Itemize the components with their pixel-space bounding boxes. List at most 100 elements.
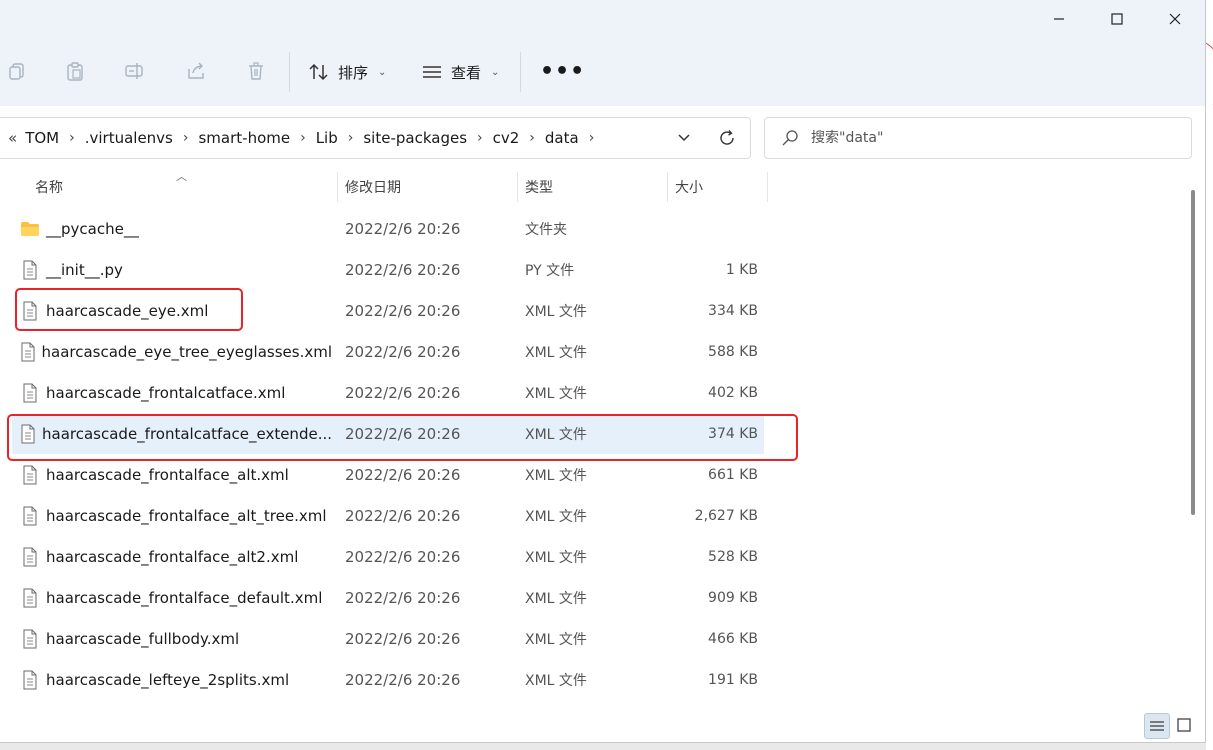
file-type: XML 文件 [525, 632, 587, 648]
annotation-highlight [15, 288, 243, 331]
view-button[interactable]: 查看 ⌄ [421, 57, 499, 87]
file-icon [16, 670, 44, 690]
file-name-cell[interactable]: haarcascade_lefteye_2splits.xml [12, 660, 332, 700]
file-row[interactable]: haarcascade_fullbody.xml 2022/2/6 20:26 XM… [12, 619, 764, 659]
file-size: 2,627 KB [694, 508, 758, 524]
file-name-cell[interactable]: haarcascade_frontalcatface.xml [12, 373, 332, 413]
file-modified: 2022/2/6 20:26 [345, 220, 461, 238]
file-name-cell[interactable]: haarcascade_frontalface_alt.xml [12, 455, 332, 495]
vertical-scrollbar[interactable] [1186, 172, 1200, 712]
chevron-right-icon[interactable]: › [348, 130, 354, 146]
tiles-view-icon [1177, 718, 1191, 732]
details-view-button[interactable] [1144, 713, 1170, 739]
file-row[interactable]: haarcascade_frontalface_alt.xml 2022/2/6 … [12, 455, 764, 495]
file-row[interactable]: haarcascade_frontalface_alt2.xml 2022/2/6… [12, 537, 764, 577]
column-divider[interactable] [767, 172, 768, 202]
refresh-button[interactable] [718, 118, 736, 158]
column-divider[interactable] [517, 172, 518, 202]
column-header-size[interactable]: 大小 [675, 170, 703, 204]
file-type: PY 文件 [525, 263, 575, 279]
sort-ascending-icon: ︿ [176, 170, 187, 183]
delete-button[interactable] [243, 58, 269, 84]
minimize-button[interactable] [1030, 0, 1088, 38]
maximize-button[interactable] [1088, 0, 1146, 38]
copy-button[interactable] [4, 58, 30, 84]
file-name-cell[interactable]: __init__.py [12, 250, 332, 290]
file-row[interactable]: haarcascade_lefteye_2splits.xml 2022/2/6 … [12, 660, 764, 700]
chevron-down-icon: ⌄ [378, 66, 387, 78]
breadcrumb-item-site-packages[interactable]: site-packages [363, 129, 467, 147]
file-row[interactable]: haarcascade_frontalcatface.xml 2022/2/6 2… [12, 373, 764, 413]
file-modified: 2022/2/6 20:26 [345, 548, 461, 566]
file-size: 334 KB [708, 303, 758, 319]
column-header-type[interactable]: 类型 [525, 170, 553, 204]
breadcrumb-overflow[interactable]: « [8, 129, 17, 147]
search-box[interactable] [764, 117, 1192, 159]
file-name: haarcascade_frontalface_default.xml [46, 589, 323, 607]
file-row[interactable]: haarcascade_frontalface_alt_tree.xml 2022… [12, 496, 764, 536]
more-options-button[interactable]: ••• [540, 61, 585, 83]
breadcrumb-item-smart-home[interactable]: smart-home [198, 129, 290, 147]
file-name: haarcascade_frontalface_alt_tree.xml [46, 507, 327, 525]
scrollbar-thumb[interactable] [1191, 190, 1195, 515]
file-name: haarcascade_eye_tree_eyeglasses.xml [41, 343, 333, 361]
background-window [1206, 0, 1213, 750]
column-divider[interactable] [337, 172, 338, 202]
chevron-right-icon[interactable]: › [183, 130, 189, 146]
address-history-button[interactable] [676, 118, 692, 158]
breadcrumb-item-lib[interactable]: Lib [316, 129, 338, 147]
file-size: 1 KB [725, 262, 758, 278]
share-button[interactable] [183, 58, 209, 84]
file-type: XML 文件 [525, 673, 587, 689]
chevron-right-icon[interactable]: › [300, 130, 306, 146]
breadcrumb-item-cv2[interactable]: cv2 [493, 129, 520, 147]
file-row[interactable]: __pycache__ 2022/2/6 20:26 文件夹 [12, 209, 764, 249]
chevron-right-icon[interactable]: › [69, 130, 75, 146]
paste-icon [67, 62, 83, 81]
close-button[interactable] [1146, 0, 1204, 38]
breadcrumb-item-virtualenvs[interactable]: .virtualenvs [85, 129, 173, 147]
file-row[interactable]: haarcascade_eye_tree_eyeglasses.xml 2022/… [12, 332, 764, 372]
rename-button[interactable] [122, 58, 148, 84]
search-icon [782, 130, 798, 146]
file-modified: 2022/2/6 20:26 [345, 384, 461, 402]
column-divider[interactable] [667, 172, 668, 202]
file-name-cell[interactable]: haarcascade_frontalface_default.xml [12, 578, 332, 618]
sort-button[interactable]: 排序 ⌄ [308, 57, 386, 87]
chevron-right-icon[interactable]: › [477, 130, 483, 146]
file-size: 661 KB [708, 467, 758, 483]
file-name-cell[interactable]: haarcascade_frontalface_alt2.xml [12, 537, 332, 577]
file-type: XML 文件 [525, 509, 587, 525]
file-name-cell[interactable]: haarcascade_eye_tree_eyeglasses.xml [12, 332, 332, 372]
file-name-cell[interactable]: haarcascade_fullbody.xml [12, 619, 332, 659]
file-row[interactable]: __init__.py 2022/2/6 20:26 PY 文件 1 KB [12, 250, 764, 290]
file-type: XML 文件 [525, 304, 587, 320]
file-name-cell[interactable]: __pycache__ [12, 209, 332, 249]
file-icon [16, 465, 44, 485]
file-icon [16, 547, 44, 567]
file-name: __init__.py [46, 261, 123, 279]
close-icon [1169, 13, 1181, 25]
large-icons-view-button[interactable] [1172, 713, 1196, 737]
breadcrumb: « TOM › .virtualenvs › smart-home › Lib … [8, 118, 604, 158]
file-name: haarcascade_frontalcatface.xml [46, 384, 286, 402]
file-row[interactable]: haarcascade_frontalface_default.xml 2022/… [12, 578, 764, 618]
file-name: haarcascade_frontalface_alt2.xml [46, 548, 299, 566]
column-header-name[interactable]: 名称 [35, 170, 63, 204]
file-size: 588 KB [708, 344, 758, 360]
chevron-right-icon[interactable]: › [589, 130, 595, 146]
breadcrumb-item-tom[interactable]: TOM [25, 129, 59, 147]
search-input[interactable] [809, 129, 1153, 147]
column-header-modified[interactable]: 修改日期 [345, 170, 401, 204]
paste-button[interactable] [62, 58, 88, 84]
folder-icon [16, 221, 44, 237]
breadcrumb-item-data[interactable]: data [545, 129, 579, 147]
address-bar[interactable]: « TOM › .virtualenvs › smart-home › Lib … [0, 117, 751, 159]
chevron-right-icon[interactable]: › [529, 130, 535, 146]
file-icon [16, 260, 44, 280]
share-icon [188, 62, 204, 79]
file-explorer-window: 排序 ⌄ 查看 ⌄ ••• « TOM › .virtualenvs › sma… [0, 0, 1206, 743]
file-icon [16, 629, 44, 649]
file-size: 466 KB [708, 631, 758, 647]
file-name-cell[interactable]: haarcascade_frontalface_alt_tree.xml [12, 496, 332, 536]
